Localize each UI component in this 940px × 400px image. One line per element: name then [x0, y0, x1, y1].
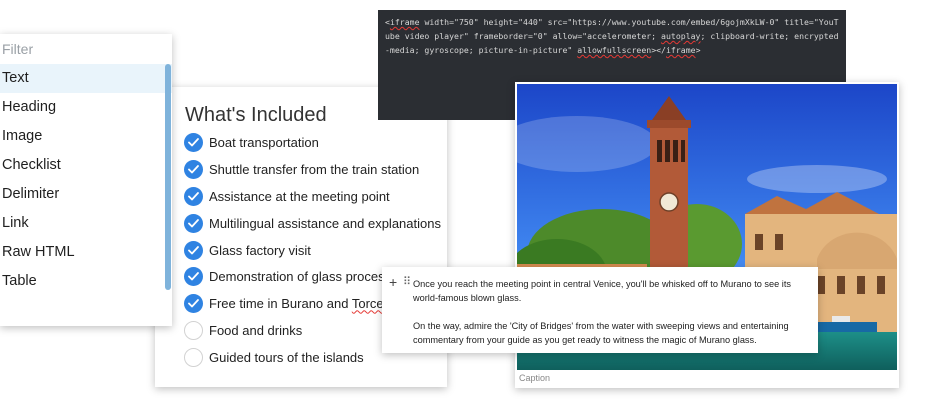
paragraph-block[interactable]: + ⠿ Once you reach the meeting point in …	[382, 267, 818, 353]
paragraph-text[interactable]: Once you reach the meeting point in cent…	[413, 277, 811, 347]
checklist-item-label: Multilingual assistance and explanations	[209, 215, 441, 231]
unchecked-icon[interactable]	[184, 321, 203, 341]
menu-item-delimiter[interactable]: Delimiter	[0, 180, 172, 209]
checked-icon[interactable]	[184, 159, 203, 179]
filter-input[interactable]: Filter	[0, 34, 172, 64]
unchecked-icon[interactable]	[184, 348, 203, 368]
menu-item-heading[interactable]: Heading	[0, 93, 172, 122]
code-spell-flag: allowfullscreen	[577, 45, 652, 55]
code-spell-flag: iframe	[389, 17, 420, 27]
checklist-item[interactable]: Glass factory visit	[184, 237, 441, 264]
checklist-item[interactable]: Shuttle transfer from the train station	[184, 156, 441, 183]
menu-item-text[interactable]: Text	[0, 64, 172, 93]
code-spell-flag: autoplay	[661, 31, 701, 41]
checklist-item-label: Free time in Burano and Torcello	[209, 296, 397, 311]
menu-item-checklist[interactable]: Checklist	[0, 151, 172, 180]
code-segment: ></	[651, 45, 666, 55]
checklist-item[interactable]: Boat transportation	[184, 129, 441, 156]
checklist-item-label: Assistance at the meeting point	[209, 188, 390, 204]
checked-icon[interactable]	[184, 186, 203, 206]
checked-icon[interactable]	[184, 132, 203, 152]
add-block-plus-icon[interactable]: +	[389, 275, 397, 289]
label-text: Free time in Burano and	[209, 296, 352, 312]
checklist-item-label: Shuttle transfer from the train station	[209, 161, 420, 177]
checklist-item-label: Demonstration of glass processing	[209, 269, 409, 285]
checklist-item-label: Guided tours of the islands	[209, 350, 364, 366]
checklist-item[interactable]: Assistance at the meeting point	[184, 183, 441, 210]
checklist-item-label: Boat transportation	[209, 134, 319, 150]
menu-item-link[interactable]: Link	[0, 209, 172, 238]
paragraph-line: Once you reach the meeting point in cent…	[413, 279, 791, 303]
menu-item-image[interactable]: Image	[0, 122, 172, 151]
paragraph-line: On the way, admire the 'City of Bridges'…	[413, 321, 789, 345]
checklist-item-label: Glass factory visit	[209, 242, 311, 258]
code-spell-flag: iframe	[666, 45, 696, 55]
checked-icon[interactable]	[184, 240, 203, 260]
code-segment: >	[695, 45, 701, 55]
checked-icon[interactable]	[184, 213, 203, 233]
checked-icon[interactable]	[184, 294, 203, 314]
menu-scrollbar[interactable]	[165, 64, 171, 290]
checked-icon[interactable]	[184, 267, 203, 287]
menu-item-table[interactable]: Table	[0, 267, 172, 296]
image-caption-input[interactable]: Caption	[519, 373, 550, 383]
checklist-item[interactable]: Multilingual assistance and explanations	[184, 210, 441, 237]
menu-item-raw-html[interactable]: Raw HTML	[0, 238, 172, 267]
drag-handle-icon[interactable]: ⠿	[403, 275, 411, 289]
code-text[interactable]: <iframe width="750" height="440" src="ht…	[385, 15, 841, 57]
checklist-title: What's Included	[185, 104, 327, 126]
block-type-menu: Filter Text Heading Image Checklist Deli…	[0, 34, 172, 326]
checklist-item-label: Food and drinks	[209, 323, 303, 339]
